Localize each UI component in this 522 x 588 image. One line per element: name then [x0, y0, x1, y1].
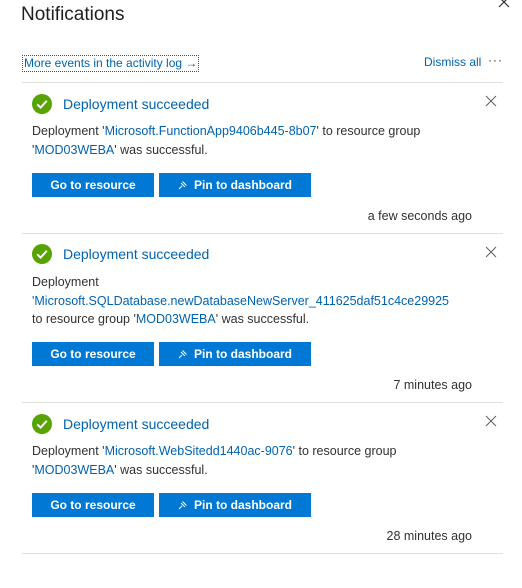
arrow-right-icon: →: [185, 56, 198, 70]
pin-to-dashboard-button[interactable]: Pin to dashboard: [159, 493, 311, 517]
check-circle-icon: [32, 414, 52, 434]
notification-card: Deployment succeeded Deployment 'Microso…: [22, 82, 503, 234]
more-options-icon[interactable]: ···: [488, 53, 503, 67]
dismiss-notification-icon[interactable]: [485, 415, 497, 427]
pin-to-dashboard-label: Pin to dashboard: [193, 178, 292, 192]
message-text: ' was successful.: [114, 142, 208, 157]
pin-to-dashboard-label: Pin to dashboard: [193, 347, 292, 361]
pin-icon: [178, 350, 187, 359]
resource-link[interactable]: Microsoft.FunctionApp9406b445-8b07: [105, 124, 317, 138]
resource-group-link[interactable]: MOD03WEBA: [136, 312, 216, 326]
pin-to-dashboard-label: Pin to dashboard: [193, 498, 292, 512]
notification-message: Deployment 'Microsoft.WebSitedd1440ac-90…: [32, 442, 472, 479]
pin-to-dashboard-button[interactable]: Pin to dashboard: [159, 342, 311, 366]
close-icon[interactable]: [496, 0, 512, 10]
notification-time: 28 minutes ago: [386, 529, 472, 543]
notification-title[interactable]: Deployment succeeded: [63, 246, 209, 262]
notification-card: Deployment succeeded Deployment 'Microso…: [22, 233, 503, 403]
dismiss-all-link[interactable]: Dismiss all: [424, 55, 481, 70]
resource-link[interactable]: 'Microsoft.SQLDatabase.newDatabaseNewSer…: [32, 294, 449, 308]
resource-group-link[interactable]: MOD03WEBA: [34, 143, 114, 157]
activity-log-link[interactable]: More events in the activity log →: [22, 55, 200, 72]
message-text: ' was successful.: [114, 462, 208, 477]
message-text: ' to resource group: [316, 124, 421, 138]
notification-title[interactable]: Deployment succeeded: [63, 416, 209, 432]
message-text: Deployment ': [32, 124, 105, 138]
message-text: ' to resource group: [292, 444, 397, 458]
panel-title: Notifications: [21, 4, 125, 25]
dismiss-notification-icon[interactable]: [485, 95, 497, 107]
message-text: to resource group ': [32, 312, 136, 326]
message-text: ' was successful.: [215, 312, 310, 326]
notification-message: Deployment 'Microsoft.SQLDatabase.newDat…: [32, 273, 472, 329]
notification-time: a few seconds ago: [367, 209, 472, 223]
resource-link[interactable]: Microsoft.WebSitedd1440ac-9076: [105, 444, 293, 458]
activity-log-link-label: More events in the activity log: [24, 56, 183, 70]
check-circle-icon: [32, 94, 52, 114]
go-to-resource-button[interactable]: Go to resource: [32, 493, 154, 517]
pin-icon: [178, 501, 187, 510]
notification-title[interactable]: Deployment succeeded: [63, 96, 209, 112]
divider: [22, 553, 503, 554]
message-text: Deployment: [32, 275, 99, 289]
pin-icon: [178, 181, 187, 190]
notification-message: Deployment 'Microsoft.FunctionApp9406b44…: [32, 122, 472, 159]
dismiss-notification-icon[interactable]: [485, 246, 497, 258]
check-circle-icon: [32, 244, 52, 264]
notification-card: Deployment succeeded Deployment 'Microso…: [22, 402, 503, 554]
pin-to-dashboard-button[interactable]: Pin to dashboard: [159, 173, 311, 197]
message-text: Deployment ': [32, 444, 105, 458]
resource-group-link[interactable]: MOD03WEBA: [34, 463, 114, 477]
go-to-resource-button[interactable]: Go to resource: [32, 173, 154, 197]
notification-time: 7 minutes ago: [393, 378, 472, 392]
go-to-resource-button[interactable]: Go to resource: [32, 342, 154, 366]
